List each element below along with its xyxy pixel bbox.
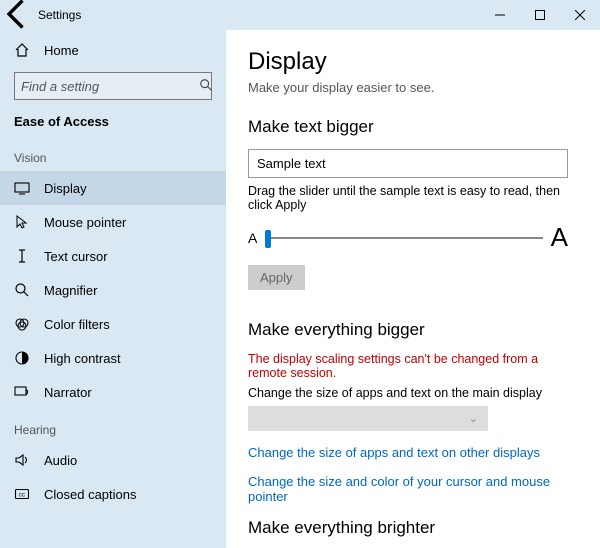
narrator-icon bbox=[14, 384, 30, 400]
sidebar-item-label: Closed captions bbox=[44, 487, 137, 502]
minimize-button[interactable] bbox=[480, 0, 520, 30]
search-input[interactable] bbox=[21, 79, 199, 94]
search-box[interactable] bbox=[14, 72, 212, 100]
sidebar-item-label: Text cursor bbox=[44, 249, 108, 264]
link-other-displays[interactable]: Change the size of apps and text on othe… bbox=[248, 445, 578, 460]
magnifier-icon bbox=[14, 282, 30, 298]
section-make-text-bigger: Make text bigger bbox=[248, 117, 578, 137]
text-size-slider[interactable] bbox=[265, 237, 542, 239]
sample-text-box: Sample text bbox=[248, 149, 568, 178]
sidebar-item-label: High contrast bbox=[44, 351, 121, 366]
group-label-vision: Vision bbox=[0, 137, 226, 171]
sidebar-item-color-filters[interactable]: Color filters bbox=[0, 307, 226, 341]
scaling-error: The display scaling settings can't be ch… bbox=[248, 352, 578, 380]
sidebar-item-closed-captions[interactable]: cc Closed captions bbox=[0, 477, 226, 511]
section-make-everything-bigger: Make everything bigger bbox=[248, 320, 578, 340]
svg-text:cc: cc bbox=[19, 493, 25, 499]
category-label: Ease of Access bbox=[0, 110, 226, 137]
display-icon bbox=[14, 180, 30, 196]
high-contrast-icon bbox=[14, 350, 30, 366]
mouse-pointer-icon bbox=[14, 214, 30, 230]
slider-max-label: A bbox=[551, 222, 568, 253]
sidebar-item-label: Magnifier bbox=[44, 283, 97, 298]
slider-min-label: A bbox=[248, 230, 257, 246]
apply-button[interactable]: Apply bbox=[248, 265, 305, 290]
slider-instruction: Drag the slider until the sample text is… bbox=[248, 184, 578, 212]
sidebar-item-label: Mouse pointer bbox=[44, 215, 126, 230]
slider-thumb[interactable] bbox=[265, 230, 271, 248]
home-nav[interactable]: Home bbox=[0, 34, 226, 66]
home-label: Home bbox=[44, 43, 79, 58]
page-title: Display bbox=[248, 48, 578, 76]
page-subtitle: Make your display easier to see. bbox=[248, 80, 578, 95]
scaling-dropdown[interactable]: ⌄ bbox=[248, 406, 488, 431]
link-cursor-pointer[interactable]: Change the size and color of your cursor… bbox=[248, 474, 578, 504]
sidebar-item-text-cursor[interactable]: Text cursor bbox=[0, 239, 226, 273]
sidebar-item-magnifier[interactable]: Magnifier bbox=[0, 273, 226, 307]
group-label-hearing: Hearing bbox=[0, 409, 226, 443]
sidebar-item-mouse-pointer[interactable]: Mouse pointer bbox=[0, 205, 226, 239]
main-content: Display Make your display easier to see.… bbox=[226, 30, 600, 548]
titlebar: Settings bbox=[0, 0, 600, 30]
home-icon bbox=[14, 42, 30, 58]
sidebar-item-label: Narrator bbox=[44, 385, 92, 400]
sidebar-item-narrator[interactable]: Narrator bbox=[0, 375, 226, 409]
closed-captions-icon: cc bbox=[14, 486, 30, 502]
color-filters-icon bbox=[14, 316, 30, 332]
sidebar-item-label: Audio bbox=[44, 453, 77, 468]
close-button[interactable] bbox=[560, 0, 600, 30]
sidebar-item-label: Display bbox=[44, 181, 87, 196]
sidebar-item-audio[interactable]: Audio bbox=[0, 443, 226, 477]
audio-icon bbox=[14, 452, 30, 468]
sidebar-item-high-contrast[interactable]: High contrast bbox=[0, 341, 226, 375]
chevron-down-icon: ⌄ bbox=[469, 412, 478, 425]
sidebar-item-label: Color filters bbox=[44, 317, 110, 332]
search-icon bbox=[199, 78, 213, 95]
maximize-button[interactable] bbox=[520, 0, 560, 30]
scaling-desc: Change the size of apps and text on the … bbox=[248, 386, 578, 400]
sidebar-item-display[interactable]: Display bbox=[0, 171, 226, 205]
window-title: Settings bbox=[36, 8, 81, 22]
sidebar: Home Ease of Access Vision Display Mouse… bbox=[0, 30, 226, 548]
text-cursor-icon bbox=[14, 248, 30, 264]
section-make-everything-brighter: Make everything brighter bbox=[248, 518, 578, 538]
